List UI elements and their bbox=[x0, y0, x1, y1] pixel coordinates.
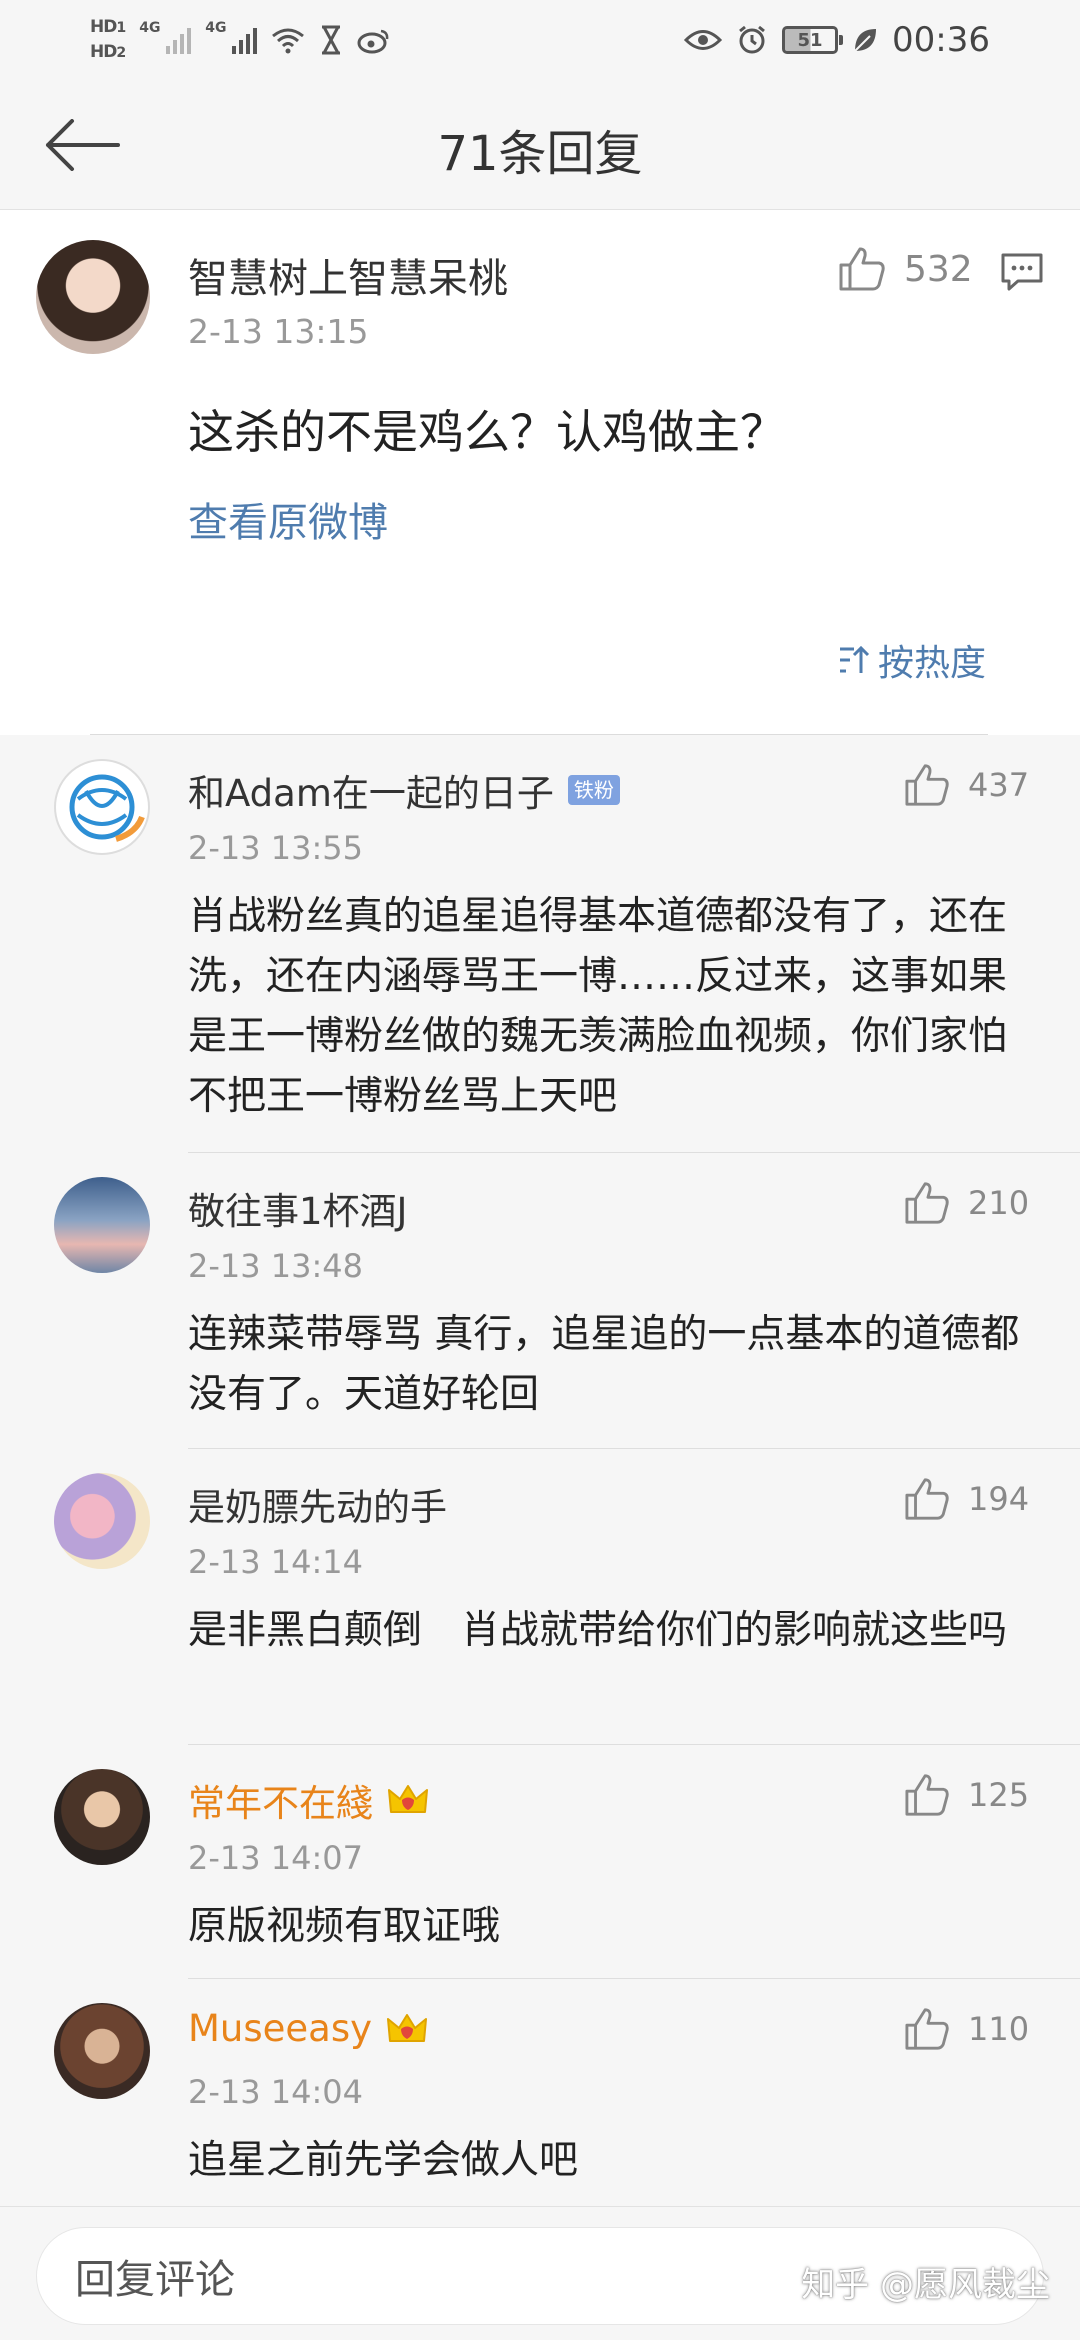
view-original-link[interactable]: 查看原微博 bbox=[188, 490, 388, 548]
reply-author-name[interactable]: Museeasy bbox=[188, 2007, 372, 2050]
like-count: 210 bbox=[968, 1184, 1030, 1222]
wifi-icon bbox=[272, 28, 305, 54]
reply-author-name[interactable]: 和Adam在一起的日子 bbox=[188, 763, 554, 817]
thumbs-up-icon bbox=[905, 1478, 949, 1520]
like-count: 125 bbox=[968, 1776, 1030, 1814]
like-button[interactable]: 194 bbox=[904, 1477, 1029, 1521]
reply-text: 肖战粉丝真的追星追得基本道德都没有了，还在洗，还在内涵辱骂王一博……反过来，这事… bbox=[188, 894, 1008, 1119]
reply-time: 2-13 14:07 bbox=[188, 1839, 364, 1877]
reply-item[interactable]: 常年不在綫 2-13 14:07 125 原版视频有取证哦 bbox=[0, 1745, 1080, 1979]
reply-author-name[interactable]: 是奶膘先动的手 bbox=[188, 1477, 447, 1531]
avatar[interactable] bbox=[54, 759, 150, 855]
like-button[interactable]: 210 bbox=[904, 1181, 1029, 1225]
reply-button[interactable] bbox=[1000, 252, 1044, 296]
reply-author-name[interactable]: 常年不在綫 bbox=[188, 1773, 373, 1827]
reply-item[interactable]: 敬往事1杯酒J 2-13 13:48 210 连辣菜带辱骂 真行，追星追的一点基… bbox=[0, 1153, 1080, 1449]
reply-author-name[interactable]: 敬往事1杯酒J bbox=[188, 1181, 407, 1235]
comment-text: 这杀的不是鸡么？认鸡做主？ bbox=[188, 405, 786, 459]
comment-icon bbox=[1001, 253, 1043, 291]
like-button[interactable]: 437 bbox=[904, 763, 1029, 807]
hd1-label: HD1 bbox=[90, 17, 126, 37]
network-2-label: 4G bbox=[205, 20, 227, 36]
signal-2-icon: 4G bbox=[205, 20, 258, 60]
bottom-bar: 回复评论 知乎 @愿风裁尘 bbox=[0, 2206, 1080, 2340]
crown-icon bbox=[387, 2013, 428, 2042]
clock: 00:36 bbox=[892, 20, 990, 60]
reply-text: 原版视频有取证哦 bbox=[188, 1904, 501, 1949]
battery-indicator: 51 bbox=[782, 26, 844, 54]
reply-author[interactable]: 常年不在綫 bbox=[188, 1773, 429, 1827]
reply-text: 追星之前先学会做人吧 bbox=[188, 2138, 579, 2183]
signal-1-icon: 4G bbox=[139, 20, 192, 60]
avatar[interactable] bbox=[54, 1769, 150, 1865]
thumbs-up-icon bbox=[905, 1774, 949, 1816]
sort-icon bbox=[839, 645, 870, 673]
reply-item[interactable]: Museeasy 2-13 14:04 110 追星之前先学会做人吧 bbox=[0, 1979, 1080, 2207]
reply-time: 2-13 14:04 bbox=[188, 2073, 364, 2111]
reply-author[interactable]: Museeasy bbox=[188, 2007, 428, 2050]
status-bar: HD1 HD2 4G 4G 51 00:36 bbox=[0, 0, 1080, 80]
weibo-icon bbox=[357, 29, 389, 54]
reply-time: 2-13 13:48 bbox=[188, 1247, 364, 1285]
network-1-label: 4G bbox=[139, 20, 161, 36]
avatar[interactable] bbox=[54, 1177, 150, 1273]
avatar[interactable] bbox=[54, 2003, 150, 2099]
comment-time: 2-13 13:15 bbox=[188, 312, 369, 351]
reply-time: 2-13 14:14 bbox=[188, 1543, 364, 1581]
hd2-label: HD2 bbox=[90, 42, 126, 62]
app-header: 71条回复 bbox=[0, 80, 1080, 210]
like-count: 110 bbox=[968, 2010, 1030, 2048]
watermark: 知乎 @愿风裁尘 bbox=[801, 2265, 1050, 2305]
reply-text: 连辣菜带辱骂 真行，追星追的一点基本的道德都没有了。天道好轮回 bbox=[188, 1312, 1020, 1417]
status-bar-right: 51 00:36 bbox=[684, 8, 990, 72]
thumbs-up-icon bbox=[905, 1182, 949, 1224]
sort-by-hot-button[interactable]: 按热度 bbox=[838, 634, 986, 686]
reply-author[interactable]: 敬往事1杯酒J bbox=[188, 1181, 407, 1235]
thumbs-up-icon bbox=[905, 2008, 949, 2050]
status-bar-left: HD1 HD2 4G 4G bbox=[90, 8, 391, 72]
battery-level: 51 bbox=[797, 29, 823, 51]
main-comment: 智慧树上智慧呆桃 2-13 13:15 532 这杀的不是鸡么？认鸡做主？ 查看… bbox=[0, 210, 1080, 735]
fan-badge: 铁粉 bbox=[567, 775, 620, 805]
hd-indicator: HD1 HD2 bbox=[90, 15, 126, 65]
sort-label: 按热度 bbox=[877, 643, 986, 684]
thumbs-up-icon bbox=[905, 764, 949, 806]
like-button[interactable]: 110 bbox=[904, 2007, 1029, 2051]
leaf-icon bbox=[854, 29, 877, 52]
like-button[interactable]: 125 bbox=[904, 1773, 1029, 1817]
avatar-logo-icon bbox=[69, 774, 145, 842]
eye-icon bbox=[684, 30, 723, 50]
like-count: 437 bbox=[968, 766, 1030, 804]
avatar[interactable] bbox=[54, 1473, 150, 1569]
crown-icon bbox=[388, 1785, 428, 1813]
avatar[interactable] bbox=[36, 240, 150, 354]
alarm-icon bbox=[739, 25, 765, 54]
page-title: 71条回复 bbox=[437, 126, 643, 182]
like-count: 532 bbox=[904, 248, 973, 290]
hourglass-icon bbox=[322, 25, 341, 55]
thumbs-up-icon bbox=[839, 247, 885, 291]
reply-item[interactable]: 是奶膘先动的手 2-13 14:14 194 是非黑白颠倒 肖战就带给你们的影响… bbox=[0, 1449, 1080, 1745]
reply-author[interactable]: 是奶膘先动的手 bbox=[188, 1477, 447, 1531]
like-count: 194 bbox=[968, 1480, 1030, 1518]
reply-text: 是非黑白颠倒 肖战就带给你们的影响就这些吗 bbox=[188, 1608, 1008, 1653]
like-button[interactable]: 532 bbox=[838, 246, 973, 292]
reply-author[interactable]: 和Adam在一起的日子 铁粉 bbox=[188, 763, 620, 817]
reply-item[interactable]: 和Adam在一起的日子 铁粉 2-13 13:55 437 肖战粉丝真的追星追得… bbox=[0, 735, 1080, 1153]
reply-input-placeholder: 回复评论 bbox=[75, 2257, 235, 2303]
reply-time: 2-13 13:55 bbox=[188, 829, 364, 867]
comment-author[interactable]: 智慧树上智慧呆桃 bbox=[188, 246, 508, 304]
